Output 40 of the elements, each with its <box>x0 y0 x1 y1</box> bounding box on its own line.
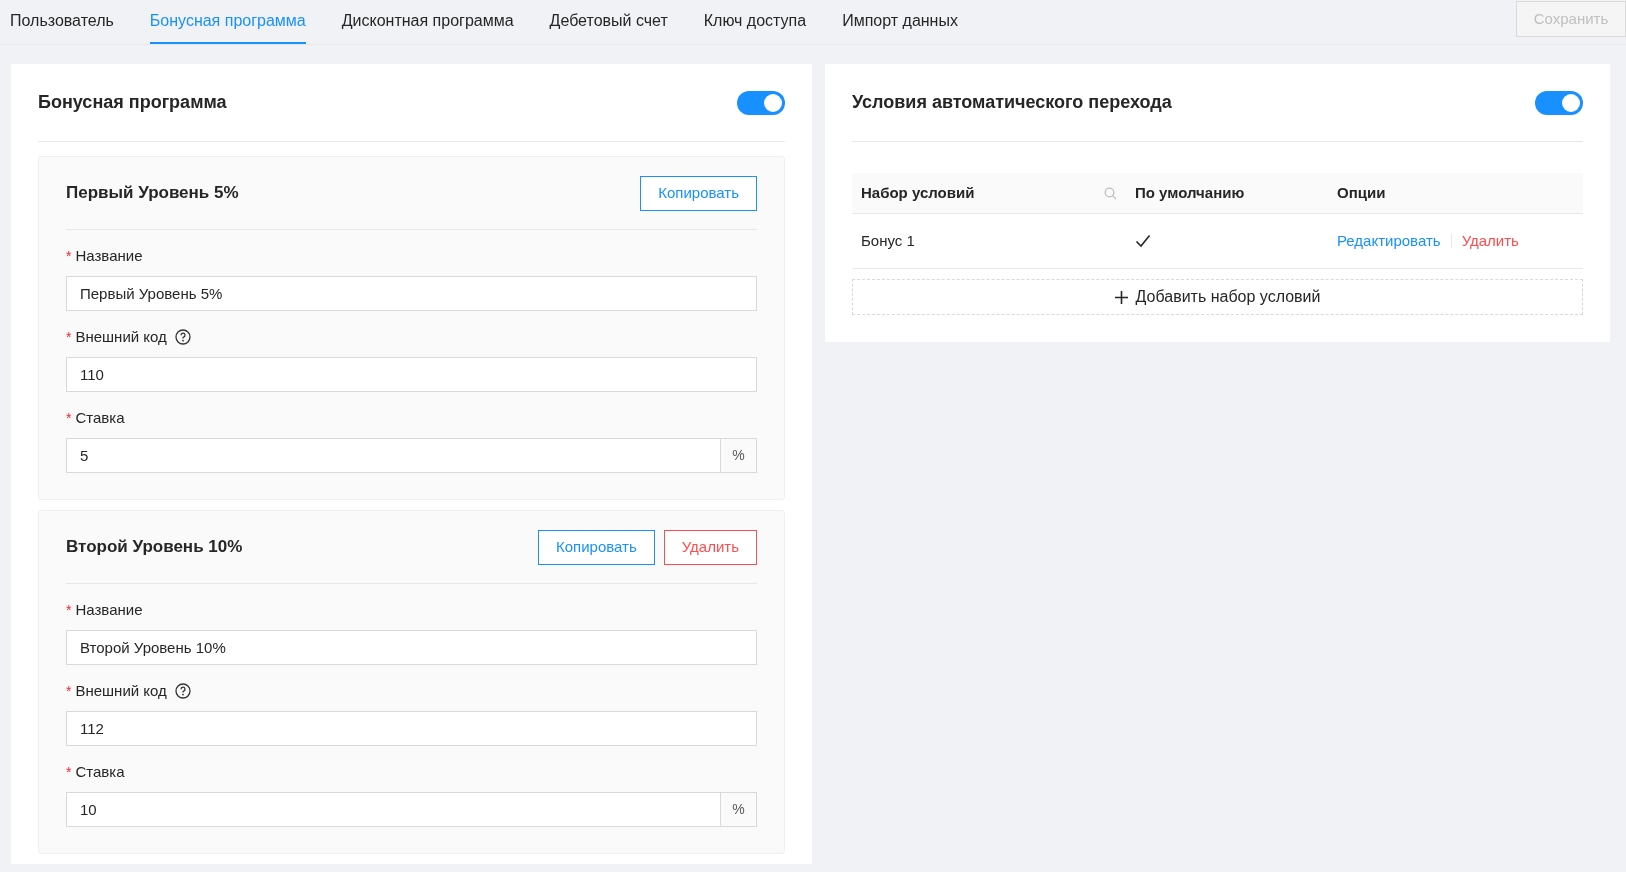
panel-title: Бонусная программа <box>38 91 227 114</box>
input-field[interactable]: 5 <box>66 438 721 473</box>
field-label: Название <box>75 599 143 620</box>
level-title: Второй Уровень 10% <box>66 536 243 559</box>
tab[interactable]: Пользователь <box>10 0 114 44</box>
help-icon <box>174 329 191 345</box>
required-mark: * <box>66 762 72 782</box>
required-mark: * <box>66 600 72 620</box>
input-field[interactable]: 10 <box>66 792 721 827</box>
input-field[interactable]: Первый Уровень 5% <box>66 276 757 311</box>
input-field[interactable]: 112 <box>66 711 757 746</box>
required-mark: * <box>66 408 72 428</box>
tab[interactable]: Дебетовый счет <box>549 0 668 44</box>
field-label: Ставка <box>75 407 125 428</box>
field-label: Внешний код <box>75 680 167 701</box>
column-label: Набор условий <box>861 182 975 203</box>
panel-title: Условия автоматического перехода <box>852 91 1172 114</box>
plus-icon <box>1114 290 1128 304</box>
input-field[interactable]: Второй Уровень 10% <box>66 630 757 665</box>
add-condition-set-button[interactable]: Добавить набор условий <box>852 279 1583 315</box>
table-cell: Бонус 1 <box>852 214 1126 269</box>
input-field[interactable]: 110 <box>66 357 757 392</box>
level-title: Первый Уровень 5% <box>66 182 239 205</box>
tab[interactable]: Ключ доступа <box>703 0 807 44</box>
help-icon <box>174 683 191 699</box>
column-label: Опции <box>1337 182 1386 203</box>
tab[interactable]: Импорт данных <box>842 0 958 44</box>
field-label: Название <box>75 245 143 266</box>
required-mark: * <box>66 681 72 701</box>
column-label: По умолчанию <box>1135 182 1245 203</box>
toggle-switch[interactable] <box>1535 90 1583 115</box>
field-label: Внешний код <box>75 326 167 347</box>
input-suffix: % <box>721 792 757 827</box>
tab[interactable]: Дисконтная программа <box>341 0 514 44</box>
required-mark: * <box>66 246 72 266</box>
input-suffix: % <box>721 438 757 473</box>
search-icon[interactable] <box>1104 186 1117 200</box>
required-mark: * <box>66 327 72 347</box>
field-label: Ставка <box>75 761 125 782</box>
toggle-switch[interactable] <box>737 90 785 115</box>
